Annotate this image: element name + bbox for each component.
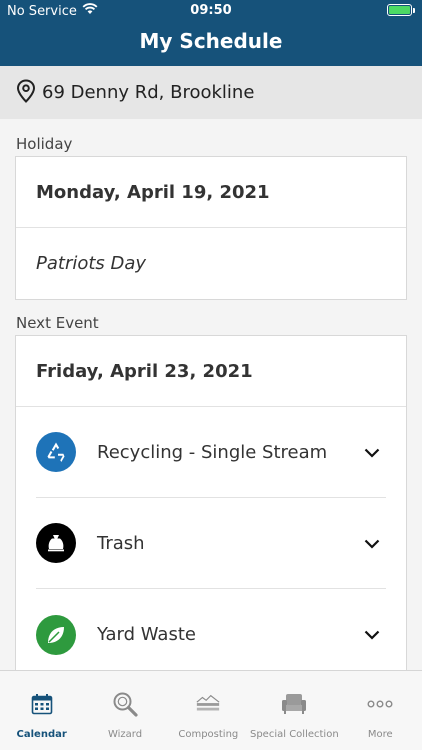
address-text: 69 Denny Rd, Brookline [42,82,255,103]
status-bar: No Service 09:50 [0,0,422,22]
event-label: Recycling - Single Stream [97,441,328,463]
next-event-card: Friday, April 23, 2021 Recycling - Singl… [15,335,407,670]
holiday-name: Patriots Day [36,253,147,274]
next-event-date: Friday, April 23, 2021 [36,360,253,382]
tab-label: Wizard [107,729,143,740]
tab-label: Special Collection [249,729,339,740]
holiday-section-label: Holiday [16,135,73,153]
more-dots-icon [367,691,393,717]
event-item-yard-waste[interactable]: Yard Waste [36,589,386,670]
event-label: Yard Waste [97,624,196,645]
page-title: My Schedule [139,29,283,53]
black-earth-compost-logo [195,691,221,717]
event-item-recycling[interactable]: Recycling - Single Stream [36,407,386,498]
holiday-date-row: Monday, April 19, 2021 [16,157,406,228]
chevron-down-icon[interactable] [364,625,380,644]
location-pin-icon [16,78,42,107]
tab-bar: Calendar Wizard Composting Special Colle… [0,670,422,750]
wizard-search-icon [112,691,138,717]
tab-label: More [367,729,393,740]
tab-composting[interactable]: Composting [167,671,250,750]
status-time: 09:50 [190,3,232,18]
recycle-icon [36,432,76,472]
chevron-down-icon[interactable] [364,534,380,553]
tab-special-collection[interactable]: Special Collection [250,671,339,750]
tab-label: Composting [178,729,239,740]
tab-more[interactable]: More [339,671,422,750]
holiday-card: Monday, April 19, 2021 Patriots Day [15,156,407,300]
armchair-icon [281,691,307,717]
trash-bag-icon [36,523,76,563]
chevron-down-icon[interactable] [364,443,380,462]
calendar-icon [29,691,55,717]
address-bar[interactable]: 69 Denny Rd, Brookline [0,66,422,119]
tab-label: Calendar [16,729,67,740]
tab-calendar[interactable]: Calendar [0,671,83,750]
event-item-trash[interactable]: Trash [36,498,386,589]
event-label: Trash [97,532,145,554]
holiday-name-row: Patriots Day [16,228,406,299]
tab-wizard[interactable]: Wizard [83,671,166,750]
next-event-section-label: Next Event [16,314,99,332]
leaf-icon [36,614,76,655]
battery-icon [387,4,415,16]
next-event-date-row: Friday, April 23, 2021 [16,336,406,407]
holiday-date: Monday, April 19, 2021 [36,181,270,203]
app-header: No Service 09:50 My Schedule [0,0,422,66]
